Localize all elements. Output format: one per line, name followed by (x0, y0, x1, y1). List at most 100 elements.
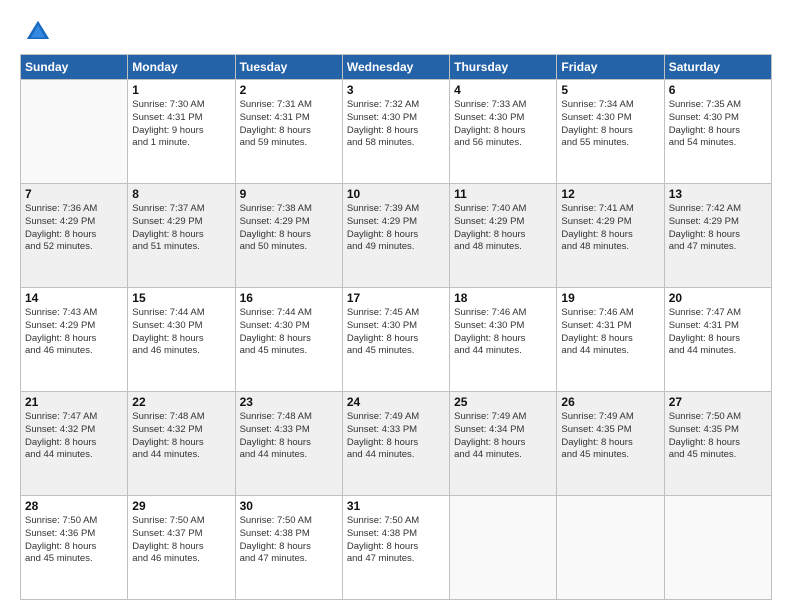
calendar-cell: 24 Sunrise: 7:49 AM Sunset: 4:33 PM Dayli… (342, 392, 449, 496)
calendar-cell: 20Sunrise: 7:47 AM Sunset: 4:31 PM Dayli… (664, 288, 771, 392)
cell-day-number: 13 (669, 187, 767, 201)
calendar-cell (450, 496, 557, 600)
calendar-cell: 21 Sunrise: 7:47 AM Sunset: 4:32 PM Dayli… (21, 392, 128, 496)
cell-day-number: 27 (669, 395, 767, 409)
cell-day-number: 2 (240, 83, 338, 97)
cell-day-number: 21 (25, 395, 123, 409)
cell-info-text: Sunrise: 7:43 AM Sunset: 4:29 PM Dayligh… (25, 307, 123, 358)
cell-day-number: 12 (561, 187, 659, 201)
calendar-cell: 23 Sunrise: 7:48 AM Sunset: 4:33 PM Dayli… (235, 392, 342, 496)
cell-day-number: 17 (347, 291, 445, 305)
calendar-cell: 29 Sunrise: 7:50 AM Sunset: 4:37 PM Dayli… (128, 496, 235, 600)
calendar-cell: 31 Sunrise: 7:50 AM Sunset: 4:38 PM Dayli… (342, 496, 449, 600)
header (20, 18, 772, 46)
logo-icon (24, 18, 52, 46)
cell-info-text: Sunrise: 7:31 AM Sunset: 4:31 PM Dayligh… (240, 99, 338, 150)
cell-info-text: Sunrise: 7:50 AM Sunset: 4:36 PM Dayligh… (25, 515, 123, 566)
calendar-week-row: 21 Sunrise: 7:47 AM Sunset: 4:32 PM Dayli… (21, 392, 772, 496)
cell-info-text: Sunrise: 7:48 AM Sunset: 4:33 PM Dayligh… (240, 411, 338, 462)
cell-day-number: 3 (347, 83, 445, 97)
calendar-cell: 18 Sunrise: 7:46 AM Sunset: 4:30 PM Dayli… (450, 288, 557, 392)
cell-day-number: 15 (132, 291, 230, 305)
cell-day-number: 31 (347, 499, 445, 513)
calendar-cell: 12Sunrise: 7:41 AM Sunset: 4:29 PM Dayli… (557, 184, 664, 288)
cell-info-text: Sunrise: 7:50 AM Sunset: 4:38 PM Dayligh… (240, 515, 338, 566)
cell-info-text: Sunrise: 7:30 AM Sunset: 4:31 PM Dayligh… (132, 99, 230, 150)
calendar-cell: 3Sunrise: 7:32 AM Sunset: 4:30 PM Daylig… (342, 80, 449, 184)
weekday-header-friday: Friday (557, 55, 664, 80)
cell-info-text: Sunrise: 7:40 AM Sunset: 4:29 PM Dayligh… (454, 203, 552, 254)
calendar-cell: 17 Sunrise: 7:45 AM Sunset: 4:30 PM Dayli… (342, 288, 449, 392)
calendar-cell: 19 Sunrise: 7:46 AM Sunset: 4:31 PM Dayli… (557, 288, 664, 392)
logo (20, 18, 52, 46)
cell-info-text: Sunrise: 7:46 AM Sunset: 4:30 PM Dayligh… (454, 307, 552, 358)
calendar-cell: 22 Sunrise: 7:48 AM Sunset: 4:32 PM Dayli… (128, 392, 235, 496)
cell-day-number: 8 (132, 187, 230, 201)
calendar-week-row: 28 Sunrise: 7:50 AM Sunset: 4:36 PM Dayli… (21, 496, 772, 600)
cell-info-text: Sunrise: 7:33 AM Sunset: 4:30 PM Dayligh… (454, 99, 552, 150)
calendar-cell: 25 Sunrise: 7:49 AM Sunset: 4:34 PM Dayli… (450, 392, 557, 496)
cell-info-text: Sunrise: 7:39 AM Sunset: 4:29 PM Dayligh… (347, 203, 445, 254)
calendar-cell: 8 Sunrise: 7:37 AM Sunset: 4:29 PM Daylig… (128, 184, 235, 288)
calendar-cell: 5 Sunrise: 7:34 AM Sunset: 4:30 PM Daylig… (557, 80, 664, 184)
calendar-cell (21, 80, 128, 184)
calendar-cell: 15 Sunrise: 7:44 AM Sunset: 4:30 PM Dayli… (128, 288, 235, 392)
cell-info-text: Sunrise: 7:50 AM Sunset: 4:37 PM Dayligh… (132, 515, 230, 566)
cell-day-number: 30 (240, 499, 338, 513)
calendar-week-row: 14 Sunrise: 7:43 AM Sunset: 4:29 PM Dayli… (21, 288, 772, 392)
cell-info-text: Sunrise: 7:49 AM Sunset: 4:34 PM Dayligh… (454, 411, 552, 462)
calendar-cell: 14 Sunrise: 7:43 AM Sunset: 4:29 PM Dayli… (21, 288, 128, 392)
calendar-cell: 28 Sunrise: 7:50 AM Sunset: 4:36 PM Dayli… (21, 496, 128, 600)
cell-day-number: 29 (132, 499, 230, 513)
cell-day-number: 28 (25, 499, 123, 513)
weekday-header-tuesday: Tuesday (235, 55, 342, 80)
cell-info-text: Sunrise: 7:38 AM Sunset: 4:29 PM Dayligh… (240, 203, 338, 254)
cell-day-number: 22 (132, 395, 230, 409)
cell-info-text: Sunrise: 7:50 AM Sunset: 4:38 PM Dayligh… (347, 515, 445, 566)
cell-info-text: Sunrise: 7:37 AM Sunset: 4:29 PM Dayligh… (132, 203, 230, 254)
cell-day-number: 23 (240, 395, 338, 409)
cell-info-text: Sunrise: 7:50 AM Sunset: 4:35 PM Dayligh… (669, 411, 767, 462)
cell-info-text: Sunrise: 7:44 AM Sunset: 4:30 PM Dayligh… (132, 307, 230, 358)
cell-day-number: 1 (132, 83, 230, 97)
calendar-week-row: 7Sunrise: 7:36 AM Sunset: 4:29 PM Daylig… (21, 184, 772, 288)
cell-info-text: Sunrise: 7:49 AM Sunset: 4:33 PM Dayligh… (347, 411, 445, 462)
cell-day-number: 24 (347, 395, 445, 409)
calendar-cell (557, 496, 664, 600)
cell-day-number: 18 (454, 291, 552, 305)
calendar-cell: 7Sunrise: 7:36 AM Sunset: 4:29 PM Daylig… (21, 184, 128, 288)
cell-info-text: Sunrise: 7:35 AM Sunset: 4:30 PM Dayligh… (669, 99, 767, 150)
cell-day-number: 26 (561, 395, 659, 409)
calendar-cell: 11Sunrise: 7:40 AM Sunset: 4:29 PM Dayli… (450, 184, 557, 288)
weekday-header-sunday: Sunday (21, 55, 128, 80)
calendar-cell: 6 Sunrise: 7:35 AM Sunset: 4:30 PM Daylig… (664, 80, 771, 184)
cell-day-number: 14 (25, 291, 123, 305)
calendar-table: SundayMondayTuesdayWednesdayThursdayFrid… (20, 54, 772, 600)
cell-info-text: Sunrise: 7:48 AM Sunset: 4:32 PM Dayligh… (132, 411, 230, 462)
calendar-cell (664, 496, 771, 600)
weekday-header-monday: Monday (128, 55, 235, 80)
calendar-header-row: SundayMondayTuesdayWednesdayThursdayFrid… (21, 55, 772, 80)
calendar-cell: 2 Sunrise: 7:31 AM Sunset: 4:31 PM Daylig… (235, 80, 342, 184)
cell-day-number: 9 (240, 187, 338, 201)
cell-info-text: Sunrise: 7:46 AM Sunset: 4:31 PM Dayligh… (561, 307, 659, 358)
calendar-week-row: 1 Sunrise: 7:30 AM Sunset: 4:31 PM Daylig… (21, 80, 772, 184)
calendar-cell: 16Sunrise: 7:44 AM Sunset: 4:30 PM Dayli… (235, 288, 342, 392)
cell-day-number: 25 (454, 395, 552, 409)
cell-info-text: Sunrise: 7:49 AM Sunset: 4:35 PM Dayligh… (561, 411, 659, 462)
cell-info-text: Sunrise: 7:36 AM Sunset: 4:29 PM Dayligh… (25, 203, 123, 254)
cell-day-number: 6 (669, 83, 767, 97)
cell-info-text: Sunrise: 7:47 AM Sunset: 4:32 PM Dayligh… (25, 411, 123, 462)
cell-day-number: 4 (454, 83, 552, 97)
calendar-cell: 9 Sunrise: 7:38 AM Sunset: 4:29 PM Daylig… (235, 184, 342, 288)
cell-day-number: 5 (561, 83, 659, 97)
cell-day-number: 10 (347, 187, 445, 201)
calendar-cell: 27 Sunrise: 7:50 AM Sunset: 4:35 PM Dayli… (664, 392, 771, 496)
weekday-header-thursday: Thursday (450, 55, 557, 80)
cell-day-number: 20 (669, 291, 767, 305)
cell-info-text: Sunrise: 7:45 AM Sunset: 4:30 PM Dayligh… (347, 307, 445, 358)
cell-day-number: 16 (240, 291, 338, 305)
calendar-cell: 30 Sunrise: 7:50 AM Sunset: 4:38 PM Dayli… (235, 496, 342, 600)
cell-day-number: 19 (561, 291, 659, 305)
cell-info-text: Sunrise: 7:34 AM Sunset: 4:30 PM Dayligh… (561, 99, 659, 150)
